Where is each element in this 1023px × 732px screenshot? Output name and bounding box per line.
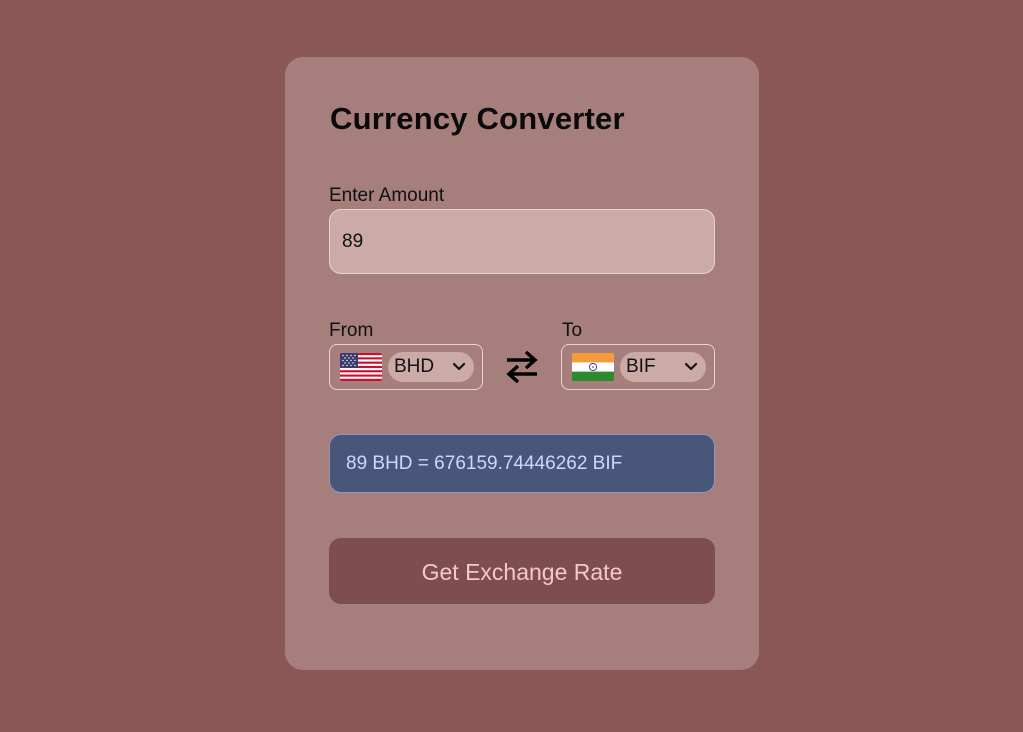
to-label: To (562, 320, 583, 341)
swap-icon[interactable] (503, 347, 541, 387)
from-currency-selector: BHD (329, 344, 483, 390)
chevron-down-icon (452, 352, 466, 382)
amount-input[interactable] (329, 209, 715, 274)
chevron-down-icon (684, 352, 698, 382)
from-currency-select[interactable]: BHD (388, 352, 474, 382)
to-currency-value: BIF (626, 356, 656, 377)
to-currency-select[interactable]: BIF (620, 352, 706, 382)
from-currency-value: BHD (394, 356, 435, 377)
from-label: From (329, 320, 374, 341)
to-currency-selector: BIF (561, 344, 715, 390)
get-exchange-rate-button[interactable]: Get Exchange Rate (329, 538, 715, 604)
conversion-result: 89 BHD = 676159.74446262 BIF (329, 434, 715, 493)
page-title: Currency Converter (330, 101, 625, 136)
us-flag-icon (340, 353, 382, 381)
amount-label: Enter Amount (329, 185, 445, 206)
converter-card: Currency Converter Enter Amount From (285, 57, 759, 670)
india-flag-icon (572, 353, 614, 381)
